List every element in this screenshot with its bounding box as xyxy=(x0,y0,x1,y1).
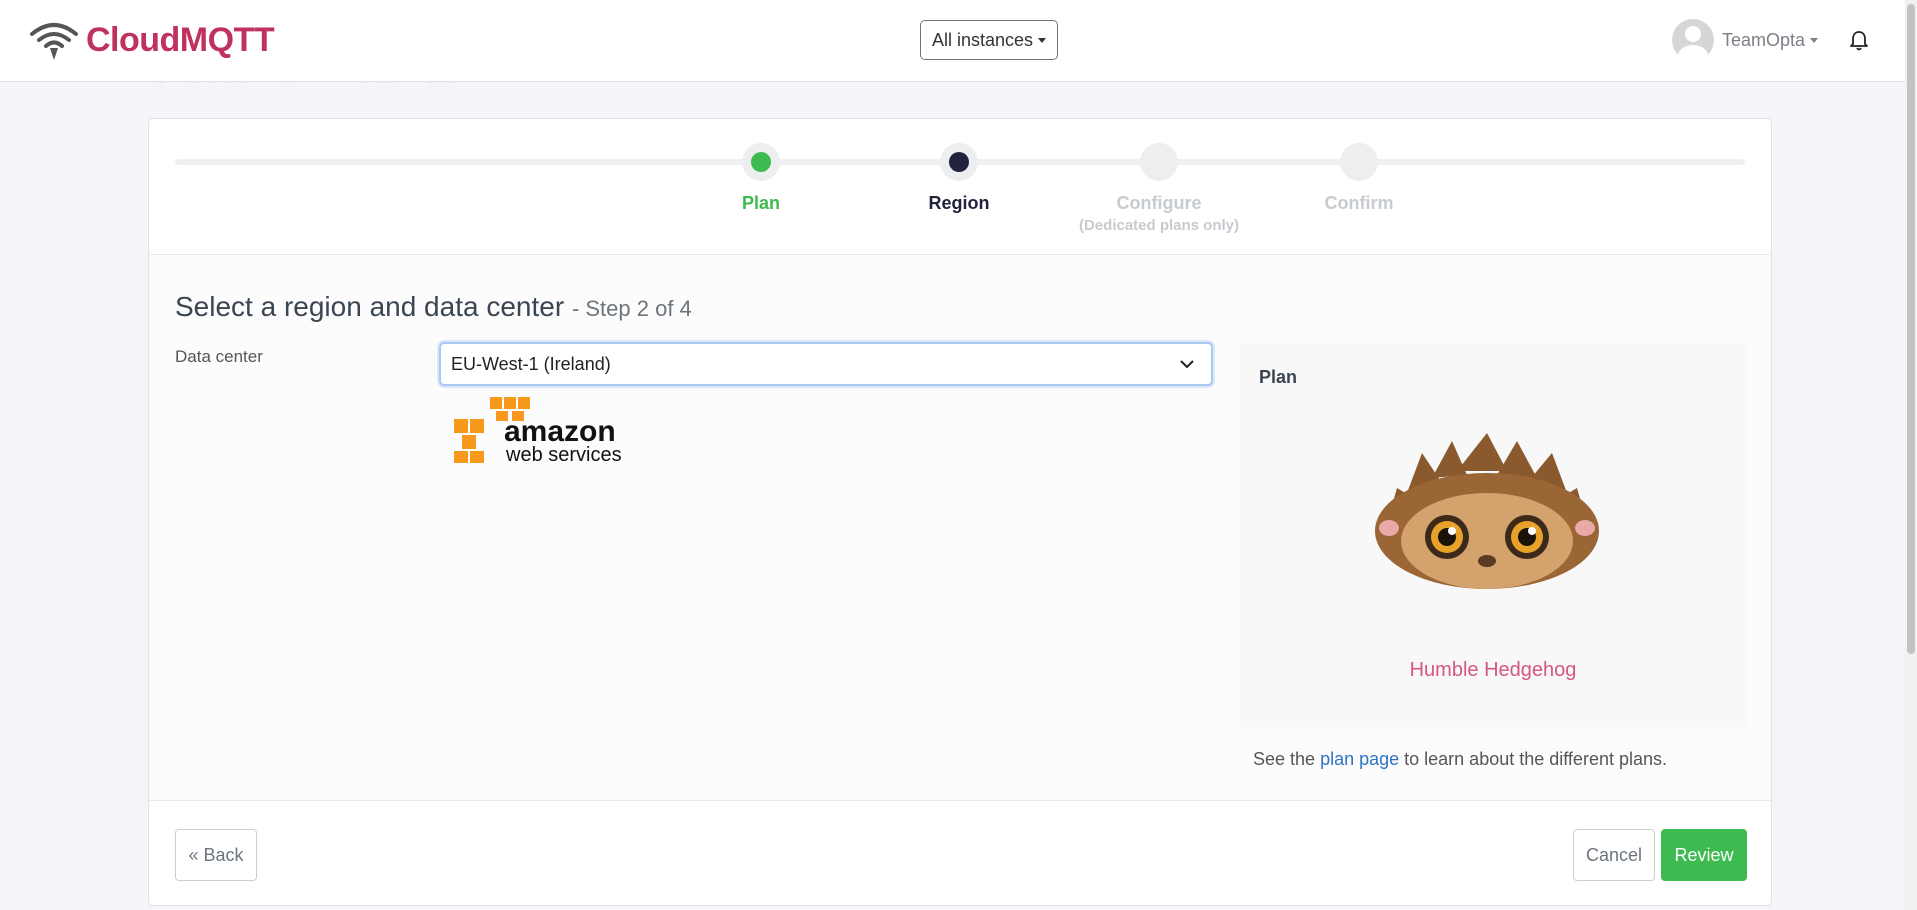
data-center-value: EU-West-1 (Ireland) xyxy=(451,353,611,374)
user-name: TeamOpta xyxy=(1722,29,1806,50)
brand-name: CloudMQTT xyxy=(86,20,275,59)
brand-logo[interactable]: CloudMQTT xyxy=(28,20,275,60)
wizard-stepper: Plan Region Configure (Dedicated plans o… xyxy=(149,119,1771,255)
plan-note-suffix: to learn about the different plans. xyxy=(1399,749,1667,769)
step-plan: Plan xyxy=(661,143,861,214)
step-confirm: Confirm xyxy=(1259,143,1459,214)
chevron-down-icon xyxy=(1180,360,1194,369)
scrollbar-thumb[interactable] xyxy=(1907,4,1915,654)
step-configure-dot xyxy=(1149,152,1169,172)
aws-logo: amazon web services xyxy=(454,397,622,465)
data-center-label: Data center xyxy=(175,347,263,366)
top-navbar: CloudMQTT All instances TeamOpta xyxy=(0,0,1917,82)
plan-note-prefix: See the xyxy=(1253,749,1321,769)
all-instances-label: All instances xyxy=(931,29,1034,50)
create-instance-card: Plan Region Configure (Dedicated plans o… xyxy=(148,118,1772,906)
step-region: Region xyxy=(859,143,1059,214)
user-menu[interactable]: TeamOpta xyxy=(1672,19,1819,61)
bell-icon[interactable] xyxy=(1848,30,1870,52)
aws-logo-subword: web services xyxy=(505,444,622,465)
step-sublabel: (Dedicated plans only) xyxy=(1078,217,1240,234)
step-label: Region xyxy=(928,193,990,213)
caret-down-icon xyxy=(1038,37,1047,43)
plan-panel: Plan Humble Hedgehog xyxy=(1239,343,1747,727)
hedgehog-icon xyxy=(1375,433,1599,589)
plan-page-link[interactable]: plan page xyxy=(1320,749,1399,769)
step-confirm-dot xyxy=(1349,152,1369,172)
avatar xyxy=(1672,19,1714,61)
back-button[interactable]: « Back xyxy=(175,829,257,881)
region-form: Select a region and data center - Step 2… xyxy=(149,255,1771,801)
wifi-logo-icon xyxy=(30,23,78,60)
section-title-text: Select a region and data center xyxy=(175,291,565,322)
caret-down-icon xyxy=(1810,37,1819,43)
step-label: Confirm xyxy=(1324,193,1394,213)
step-label: Plan xyxy=(741,193,780,213)
page-scrollbar[interactable] xyxy=(1905,0,1917,910)
cancel-button[interactable]: Cancel xyxy=(1573,829,1655,881)
step-label: Configure xyxy=(1116,193,1202,213)
section-title: Select a region and data center - Step 2… xyxy=(175,291,692,323)
step-plan-dot xyxy=(751,152,771,172)
plan-name: Humble Hedgehog xyxy=(1409,659,1577,681)
data-center-select[interactable]: EU-West-1 (Ireland) xyxy=(439,342,1213,386)
review-button[interactable]: Review xyxy=(1661,829,1747,881)
plan-heading: Plan xyxy=(1259,367,1298,387)
all-instances-dropdown[interactable]: All instances xyxy=(920,20,1058,60)
step-configure: Configure (Dedicated plans only) xyxy=(1059,143,1259,234)
step-region-dot xyxy=(949,152,969,172)
plan-note: See the plan page to learn about the dif… xyxy=(1253,749,1667,770)
step-counter: - Step 2 of 4 xyxy=(571,296,692,321)
